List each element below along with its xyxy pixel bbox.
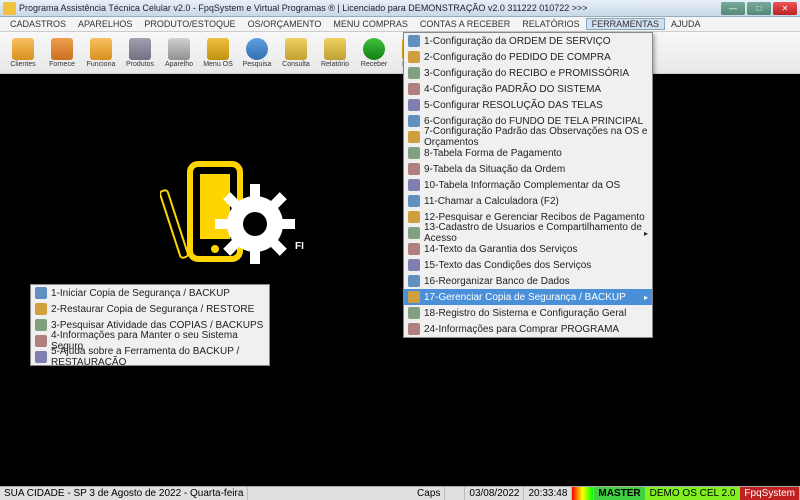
menu-contasareceber[interactable]: CONTAS A RECEBER bbox=[414, 18, 516, 30]
toolbar-receber[interactable]: Receber bbox=[355, 34, 393, 72]
menu-aparelhos[interactable]: APARELHOS bbox=[72, 18, 138, 30]
menu-item-icon bbox=[408, 291, 420, 303]
status-master: MASTER bbox=[594, 487, 645, 500]
toolbar-produtos[interactable]: Produtos bbox=[121, 34, 159, 72]
maximize-button[interactable]: □ bbox=[747, 2, 771, 15]
menu-item-icon bbox=[408, 163, 420, 175]
ferramentas-item-7[interactable]: 7-Configuração Padrão das Observações na… bbox=[404, 129, 652, 145]
toolbar-menu os[interactable]: Menu OS bbox=[199, 34, 237, 72]
receber-icon bbox=[363, 38, 385, 60]
status-date: 03/08/2022 bbox=[465, 487, 524, 500]
minimize-button[interactable]: — bbox=[721, 2, 745, 15]
menu-item-icon bbox=[408, 35, 420, 47]
toolbar-relatório[interactable]: Relatório bbox=[316, 34, 354, 72]
menu-item-icon bbox=[408, 131, 420, 143]
menu-menucompras[interactable]: MENU COMPRAS bbox=[327, 18, 414, 30]
fornece-icon bbox=[51, 38, 73, 60]
menu-item-icon bbox=[35, 319, 47, 331]
toolbar-clientes[interactable]: Clientes bbox=[4, 34, 42, 72]
menu-item-icon bbox=[408, 179, 420, 191]
ferramentas-item-16[interactable]: 16-Reorganizar Banco de Dados bbox=[404, 273, 652, 289]
menu-item-icon bbox=[408, 51, 420, 63]
toolbar: ClientesForneceFuncionaProdutosAparelhoM… bbox=[0, 32, 800, 74]
menu-item-icon bbox=[408, 195, 420, 207]
menu-ferramentas[interactable]: FERRAMENTAS bbox=[586, 18, 665, 30]
toolbar-consulta[interactable]: Consulta bbox=[277, 34, 315, 72]
ferramentas-item-2[interactable]: 2-Configuração do PEDIDO DE COMPRA bbox=[404, 49, 652, 65]
status-time: 20:33:48 bbox=[524, 487, 572, 500]
menu-item-icon bbox=[408, 83, 420, 95]
menu-item-icon bbox=[35, 335, 47, 347]
submenu-arrow-icon: ▸ bbox=[644, 229, 648, 238]
menu-item-icon bbox=[408, 259, 420, 271]
status-empty bbox=[445, 487, 465, 500]
app-icon bbox=[3, 2, 16, 15]
backup-item-1[interactable]: 1-Iniciar Copia de Segurança / BACKUP bbox=[31, 285, 269, 301]
backup-item-2[interactable]: 2-Restaurar Copia de Segurança / RESTORE bbox=[31, 301, 269, 317]
ferramentas-item-17[interactable]: 17-Gerenciar Copia de Segurança / BACKUP… bbox=[404, 289, 652, 305]
funciona-icon bbox=[90, 38, 112, 60]
toolbar-aparelho[interactable]: Aparelho bbox=[160, 34, 198, 72]
relatório-icon bbox=[324, 38, 346, 60]
menubar: CADASTROSAPARELHOSPRODUTO/ESTOQUEOS/ORÇA… bbox=[0, 17, 800, 32]
menu-item-icon bbox=[408, 243, 420, 255]
menu-item-icon bbox=[408, 67, 420, 79]
ferramentas-dropdown: 1-Configuração da ORDEM DE SERVIÇO2-Conf… bbox=[403, 32, 653, 338]
ferramentas-item-3[interactable]: 3-Configuração do RECIBO e PROMISSÓRIA bbox=[404, 65, 652, 81]
menu-item-icon bbox=[35, 351, 47, 363]
menu-item-icon bbox=[408, 227, 420, 239]
app-logo: FI bbox=[160, 154, 400, 304]
status-caps: Caps bbox=[413, 487, 445, 500]
menu-item-icon bbox=[408, 275, 420, 287]
pesquisa-icon bbox=[246, 38, 268, 60]
menu-item-icon bbox=[408, 307, 420, 319]
ferramentas-item-11[interactable]: 11-Chamar a Calculadora (F2) bbox=[404, 193, 652, 209]
menu-item-icon bbox=[35, 287, 47, 299]
window-title: Programa Assistência Técnica Celular v2.… bbox=[19, 3, 721, 13]
toolbar-funciona[interactable]: Funciona bbox=[82, 34, 120, 72]
ferramentas-item-10[interactable]: 10-Tabela Informação Complementar da OS bbox=[404, 177, 652, 193]
status-brand: FpqSystem bbox=[740, 487, 800, 500]
workspace: FI bbox=[0, 74, 800, 486]
ferramentas-item-15[interactable]: 15-Texto das Condições dos Serviços bbox=[404, 257, 652, 273]
menu-item-icon bbox=[408, 115, 420, 127]
menu-osoramento[interactable]: OS/ORÇAMENTO bbox=[242, 18, 328, 30]
ferramentas-item-5[interactable]: 5-Configurar RESOLUÇÃO DAS TELAS bbox=[404, 97, 652, 113]
menu-relatrios[interactable]: RELATÓRIOS bbox=[516, 18, 585, 30]
menu-item-icon bbox=[408, 211, 420, 223]
consulta-icon bbox=[285, 38, 307, 60]
backup-item-5[interactable]: 5-Ajuda sobre a Ferramenta do BACKUP / R… bbox=[31, 349, 269, 365]
status-indicator bbox=[572, 487, 594, 500]
statusbar: SUA CIDADE - SP 3 de Agosto de 2022 - Qu… bbox=[0, 486, 800, 500]
status-date-text: SUA CIDADE - SP 3 de Agosto de 2022 - Qu… bbox=[0, 487, 248, 500]
status-demo: DEMO OS CEL 2.0 bbox=[646, 487, 741, 500]
menu-ajuda[interactable]: AJUDA bbox=[665, 18, 707, 30]
ferramentas-item-4[interactable]: 4-Configuração PADRÃO DO SISTEMA bbox=[404, 81, 652, 97]
ferramentas-item-9[interactable]: 9-Tabela da Situação da Ordem bbox=[404, 161, 652, 177]
backup-submenu: 1-Iniciar Copia de Segurança / BACKUP2-R… bbox=[30, 284, 270, 366]
close-button[interactable]: ✕ bbox=[773, 2, 797, 15]
menu-produtoestoque[interactable]: PRODUTO/ESTOQUE bbox=[138, 18, 241, 30]
aparelho-icon bbox=[168, 38, 190, 60]
toolbar-pesquisa[interactable]: Pesquisa bbox=[238, 34, 276, 72]
produtos-icon bbox=[129, 38, 151, 60]
toolbar-fornece[interactable]: Fornece bbox=[43, 34, 81, 72]
ferramentas-item-13[interactable]: 13-Cadastro de Usuarios e Compartilhamen… bbox=[404, 225, 652, 241]
submenu-arrow-icon: ▸ bbox=[644, 293, 648, 302]
ferramentas-item-1[interactable]: 1-Configuração da ORDEM DE SERVIÇO bbox=[404, 33, 652, 49]
ferramentas-item-19[interactable]: 24-Informações para Comprar PROGRAMA bbox=[404, 321, 652, 337]
menu-item-icon bbox=[408, 99, 420, 111]
ferramentas-item-18[interactable]: 18-Registro do Sistema e Configuração Ge… bbox=[404, 305, 652, 321]
menu-item-icon bbox=[408, 147, 420, 159]
menu os-icon bbox=[207, 38, 229, 60]
svg-text:FI: FI bbox=[295, 241, 304, 252]
menu-cadastros[interactable]: CADASTROS bbox=[4, 18, 72, 30]
menu-item-icon bbox=[35, 303, 47, 315]
clientes-icon bbox=[12, 38, 34, 60]
menu-item-icon bbox=[408, 323, 420, 335]
window-titlebar: Programa Assistência Técnica Celular v2.… bbox=[0, 0, 800, 17]
